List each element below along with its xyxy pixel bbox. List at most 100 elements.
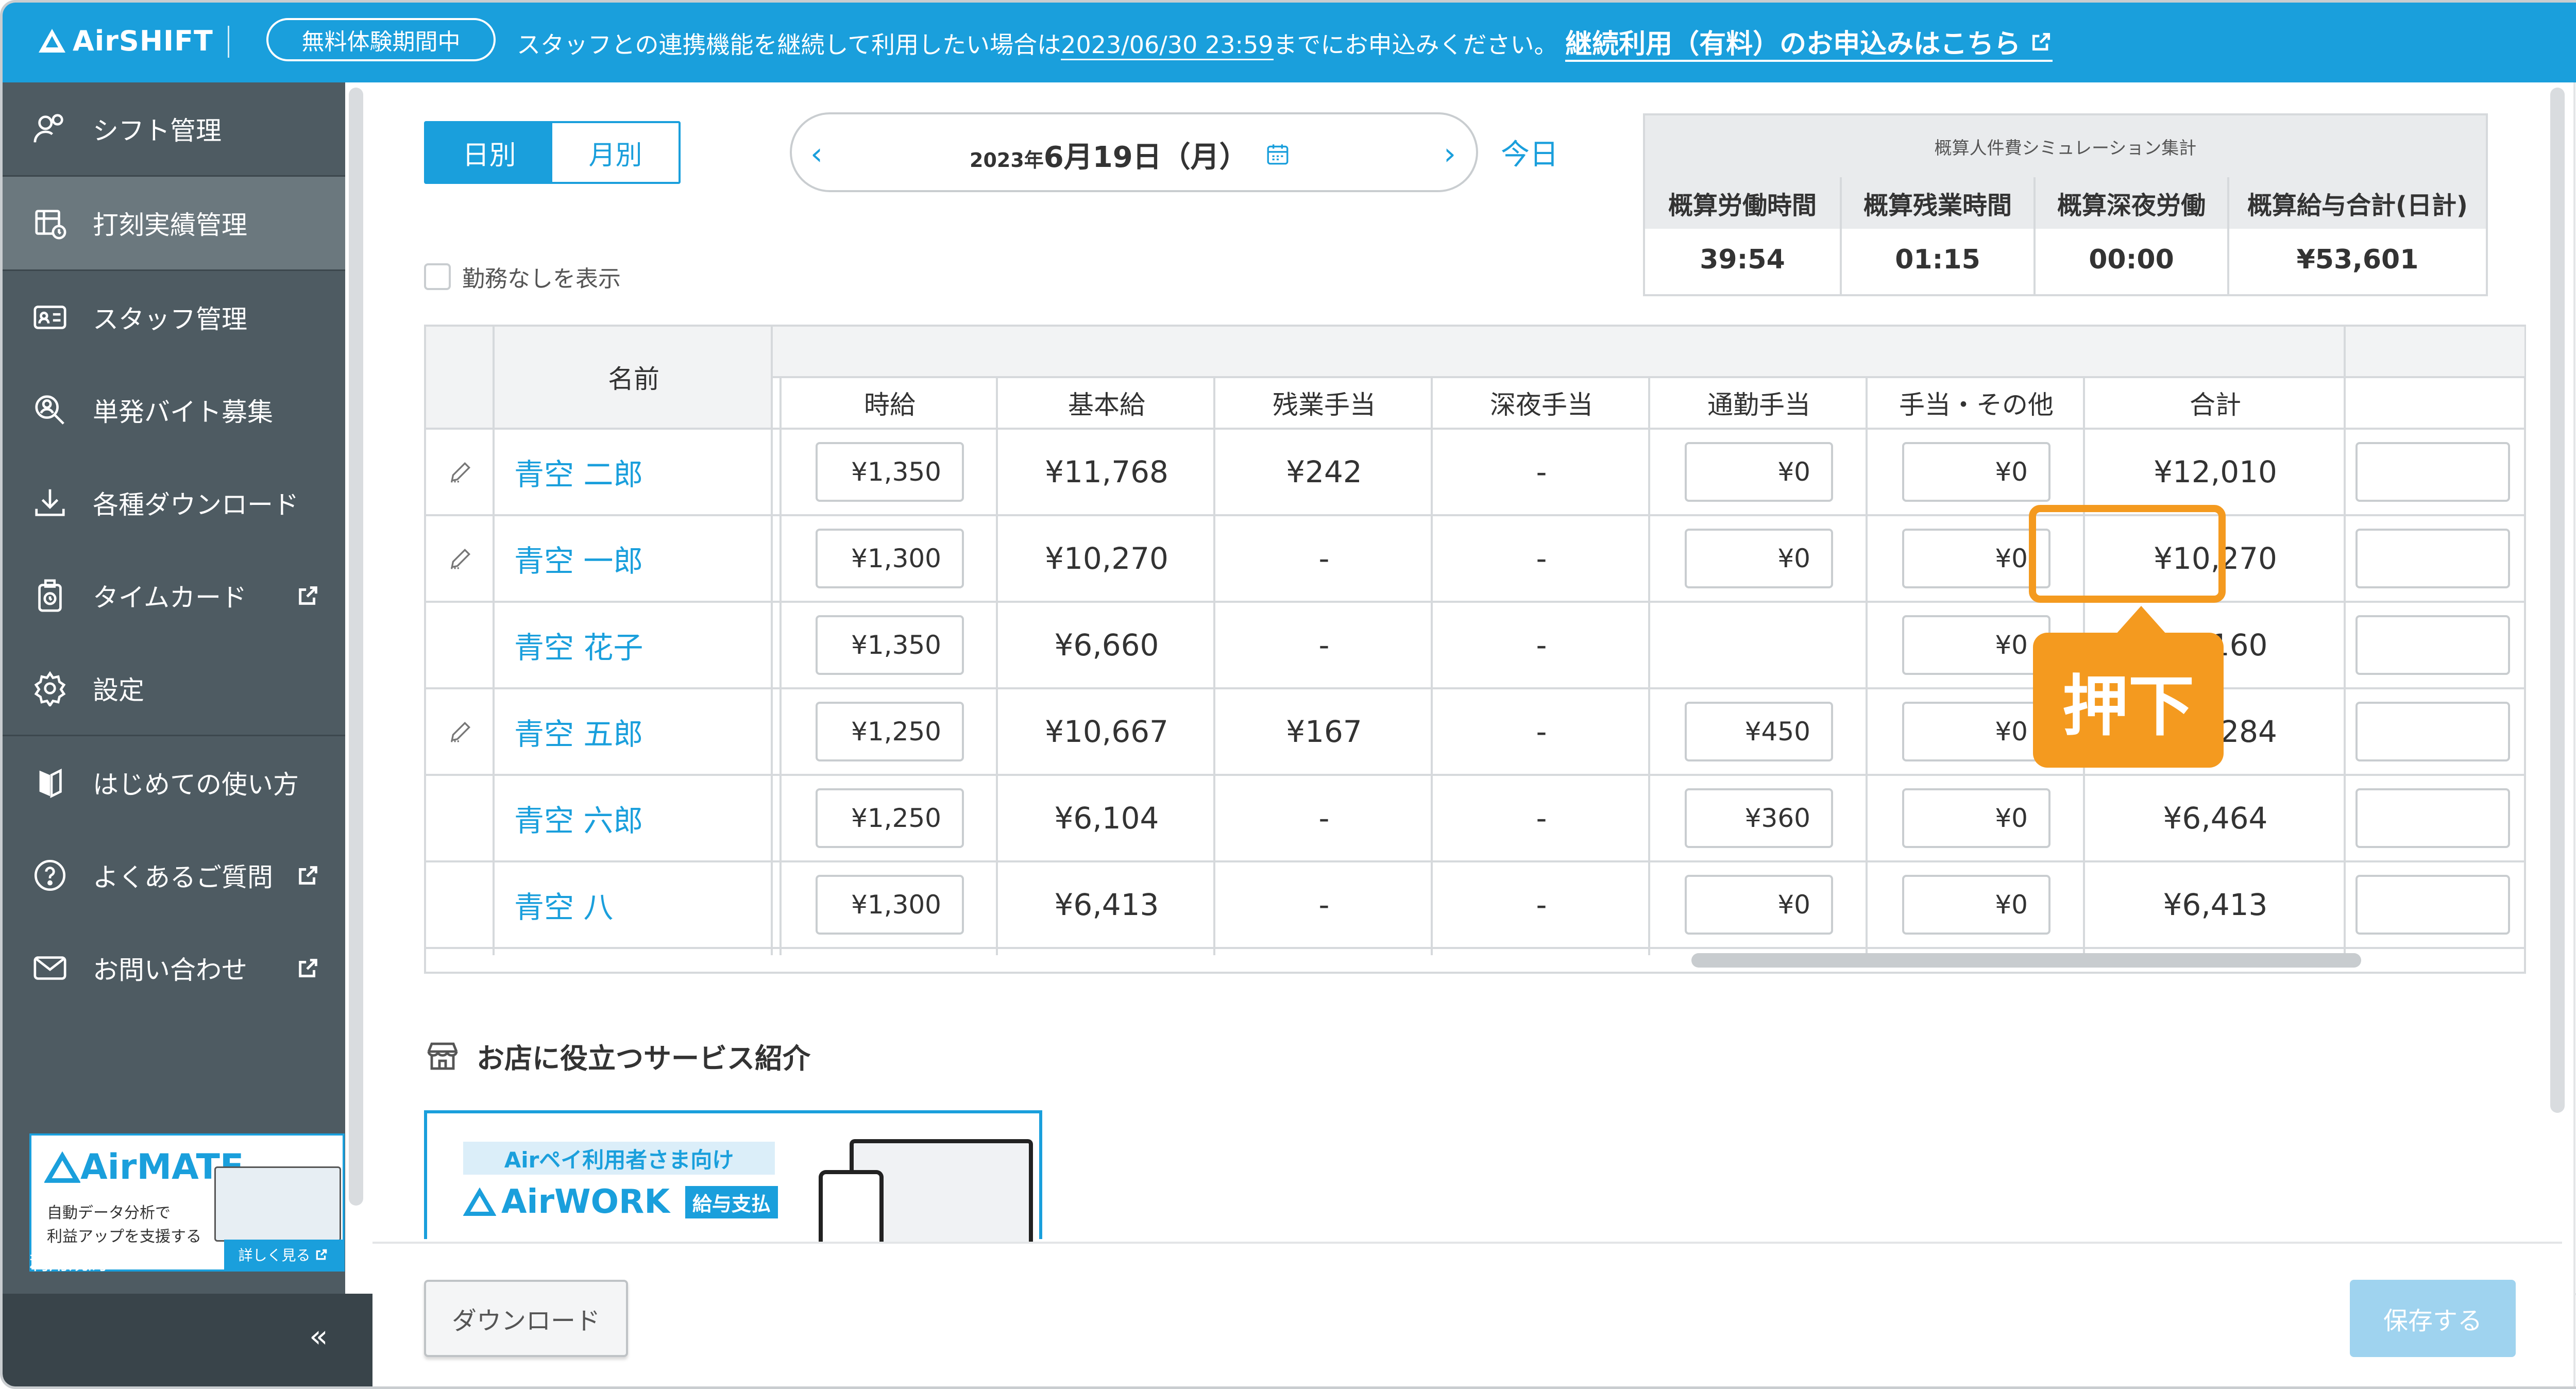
table-horizontal-scrollbar[interactable]: [1691, 953, 2361, 968]
tab-monthly[interactable]: 月別: [552, 123, 679, 182]
extra-column-input[interactable]: [2355, 875, 2510, 935]
press-callout: 押下: [2033, 606, 2224, 768]
extra-column-input[interactable]: [2355, 615, 2510, 675]
timesheet-icon: [31, 204, 69, 242]
chevron-left-icon[interactable]: ‹: [810, 136, 823, 172]
other-allowance-input[interactable]: ¥0: [1902, 615, 2050, 675]
banner-tag: Airペイ利用者さま向け: [463, 1142, 775, 1175]
sidebar-collapse-button[interactable]: «: [3, 1294, 372, 1386]
staff-name-link[interactable]: 青空 一郎: [495, 516, 773, 601]
guide-icon: [31, 764, 69, 802]
promo-more-link[interactable]: 詳しく見る: [224, 1240, 343, 1269]
sidebar-item-guide[interactable]: はじめての使い方: [3, 736, 345, 829]
labor-cost-simulation: 概算人件費シミュレーション集計 概算労働時間 39:54 概算残業時間 01:15 …: [1643, 113, 2488, 296]
external-link-icon: [316, 1249, 327, 1260]
sidebar-item-settings[interactable]: 設定: [3, 642, 345, 735]
continue-signup-link[interactable]: 継続利用（有料）のお申込みはこちら: [1565, 29, 2053, 62]
chevron-right-icon[interactable]: ›: [1444, 136, 1456, 172]
overtime-value: -: [1318, 628, 1330, 663]
sim-col-pay-total: 概算給与合計(日計) ¥53,601: [2227, 177, 2486, 294]
sidebar-item-contact[interactable]: お問い合わせ: [3, 922, 345, 1014]
base-pay-value: ¥6,104: [1054, 801, 1159, 836]
staff-name-link[interactable]: 青空 二郎: [495, 430, 773, 514]
other-allowance-input[interactable]: ¥0: [1902, 442, 2050, 502]
extra-column-input[interactable]: [2355, 702, 2510, 761]
sim-col-overtime: 概算残業時間 01:15: [1840, 177, 2033, 294]
airwork-logo-icon: [463, 1188, 496, 1216]
edit-pencil-icon[interactable]: [426, 516, 495, 601]
action-footer: ダウンロード 保存する: [372, 1242, 2562, 1386]
today-button[interactable]: 今日: [1501, 131, 1558, 173]
overtime-value: ¥242: [1286, 454, 1362, 489]
base-pay-value: ¥11,768: [1045, 454, 1168, 489]
timecard-icon: [31, 577, 69, 615]
mail-icon: [31, 949, 69, 987]
hourly-wage-input[interactable]: ¥1,350: [816, 442, 964, 502]
sim-col-night: 概算深夜労働 00:00: [2033, 177, 2227, 294]
staff-name-link[interactable]: 青空 五郎: [495, 689, 773, 774]
commute-allowance-input[interactable]: ¥0: [1685, 529, 1833, 588]
external-link-icon: [118, 1253, 134, 1269]
staff-card-icon: [31, 298, 69, 336]
other-allowance-input[interactable]: ¥0: [1902, 702, 2050, 761]
sidebar-item-download[interactable]: 各種ダウンロード: [3, 456, 345, 549]
edit-pencil-icon[interactable]: [426, 689, 495, 774]
other-allowance-input[interactable]: ¥0: [1902, 788, 2050, 848]
airwork-promo-banner[interactable]: Airペイ利用者さま向け AirWORK 給与支払: [424, 1110, 1042, 1246]
sidebar-item-timesheet[interactable]: 打刻実績管理: [3, 177, 345, 269]
base-pay-value: ¥10,270: [1045, 541, 1168, 576]
sidebar-item-faq[interactable]: よくあるご質問: [3, 829, 345, 922]
sidebar-item-timecard[interactable]: タイムカード: [3, 549, 345, 642]
hourly-wage-input[interactable]: ¥1,350: [816, 615, 964, 675]
sidebar-item-staff[interactable]: スタッフ管理: [3, 271, 345, 364]
calendar-icon[interactable]: [1265, 141, 1291, 167]
sidebar: シフト管理 打刻実績管理 スタッフ管理 単発バイト募集 各種ダウンロード タイム…: [3, 82, 345, 1294]
total-value: ¥6,464: [2163, 801, 2268, 836]
show-no-work-checkbox[interactable]: [424, 263, 451, 290]
promo-screenshot: [214, 1166, 341, 1242]
show-no-work-toggle[interactable]: 勤務なしを表示: [424, 260, 621, 293]
col-header-hourly: 時給: [864, 390, 916, 420]
terms-link[interactable]: 利用規約: [29, 1247, 137, 1275]
table-row: 青空 二郎 ¥1,350 ¥11,768 ¥242 - ¥0 ¥0 ¥12,01…: [426, 428, 2524, 514]
other-allowance-input[interactable]: ¥0: [1902, 529, 2050, 588]
staff-name-link[interactable]: 青空 八: [495, 862, 773, 947]
airshift-logo[interactable]: AirSHIFT: [39, 20, 213, 61]
col-header-base: 基本給: [1068, 390, 1145, 420]
external-link-icon: [299, 586, 317, 605]
tab-daily[interactable]: 日別: [426, 123, 552, 182]
commute-allowance-input[interactable]: ¥0: [1685, 442, 1833, 502]
night-value: -: [1536, 801, 1547, 836]
table-row: 青空 八 ¥1,300 ¥6,413 - - ¥0 ¥0 ¥6,413: [426, 860, 2524, 947]
download-button[interactable]: ダウンロード: [424, 1280, 628, 1357]
sim-col-work-hours: 概算労働時間 39:54: [1645, 177, 1840, 294]
sidebar-item-shift[interactable]: シフト管理: [3, 82, 345, 175]
sidebar-item-recruit[interactable]: 単発バイト募集: [3, 364, 345, 456]
sidebar-scrollbar[interactable]: [349, 88, 363, 1206]
recruit-icon: [31, 391, 69, 429]
edit-pencil-icon[interactable]: [426, 430, 495, 514]
hourly-wage-input[interactable]: ¥1,250: [816, 788, 964, 848]
col-header-overtime: 残業手当: [1273, 390, 1376, 420]
extra-column-input[interactable]: [2355, 529, 2510, 588]
extra-column-input[interactable]: [2355, 442, 2510, 502]
hourly-wage-input[interactable]: ¥1,250: [816, 702, 964, 761]
commute-allowance-input[interactable]: ¥0: [1685, 875, 1833, 935]
other-allowance-input[interactable]: ¥0: [1902, 875, 2050, 935]
hourly-wage-input[interactable]: ¥1,300: [816, 875, 964, 935]
logo-separator: [228, 26, 229, 58]
staff-name-link[interactable]: 青空 花子: [495, 603, 773, 687]
table-row: 青空 六郎 ¥1,250 ¥6,104 - - ¥360 ¥0 ¥6,464: [426, 774, 2524, 860]
staff-name-link[interactable]: 青空 六郎: [495, 776, 773, 860]
commute-allowance-input[interactable]: ¥360: [1685, 788, 1833, 848]
col-header-other: 手当・その他: [1899, 390, 2054, 420]
hourly-wage-input[interactable]: ¥1,300: [816, 529, 964, 588]
main-scrollbar[interactable]: [2550, 88, 2565, 1113]
commute-allowance-input[interactable]: ¥450: [1685, 702, 1833, 761]
external-link-icon: [299, 959, 317, 977]
overtime-value: -: [1318, 887, 1330, 922]
total-value: ¥6,413: [2163, 887, 2268, 922]
save-button[interactable]: 保存する: [2350, 1280, 2516, 1357]
extra-column-input[interactable]: [2355, 788, 2510, 848]
col-header-commute: 通勤手当: [1707, 390, 1810, 420]
